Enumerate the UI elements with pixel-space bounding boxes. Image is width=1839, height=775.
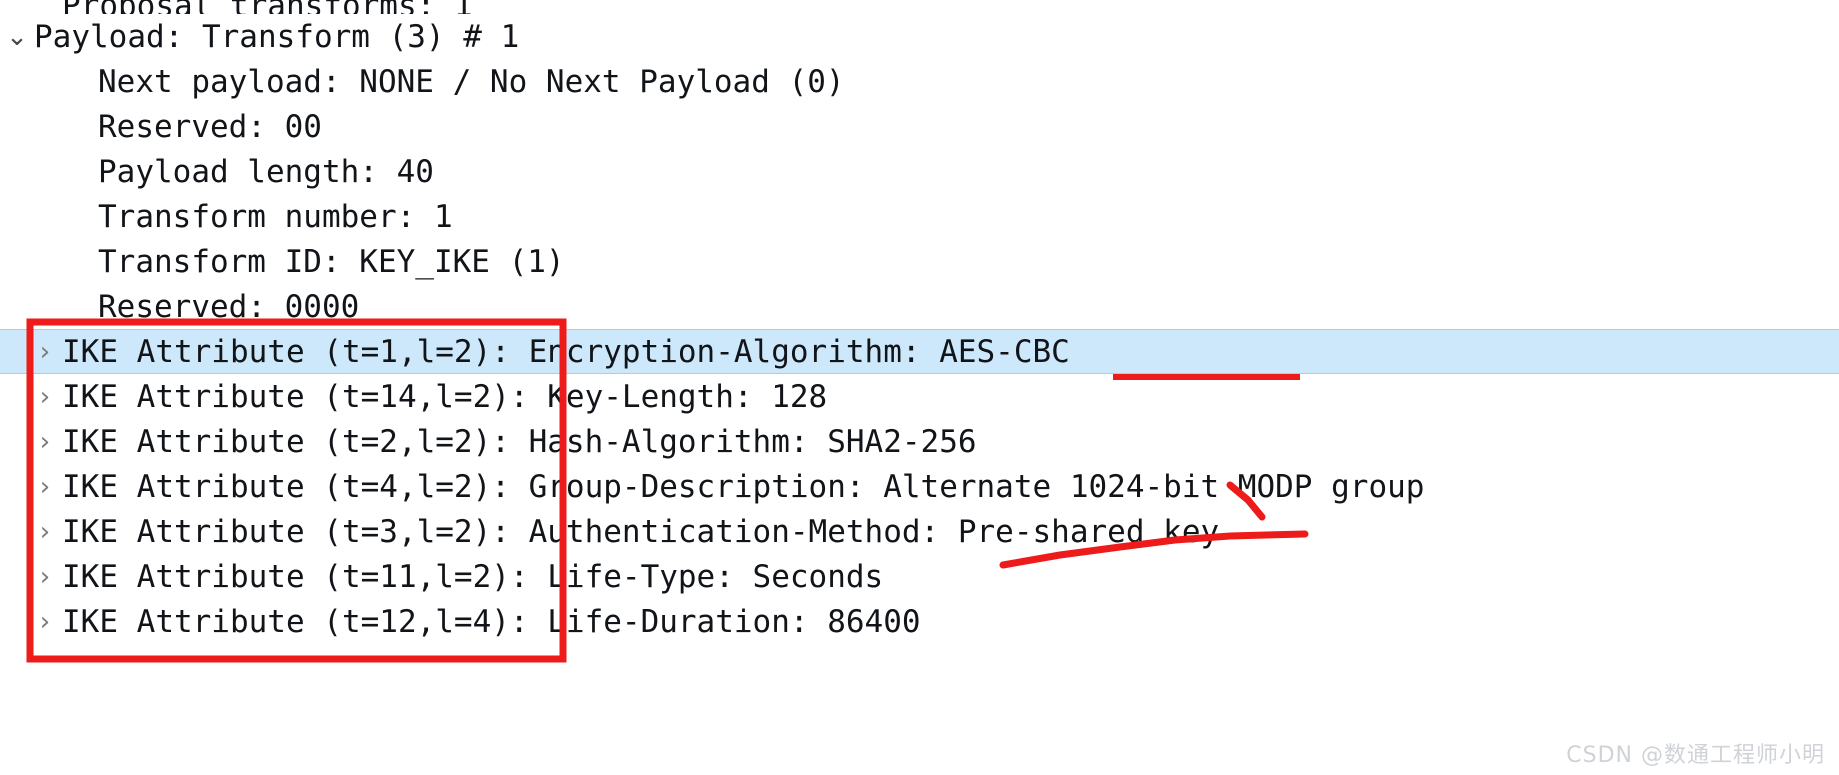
- tree-row-ike-attr-life-type[interactable]: › IKE Attribute (t=11,l=2): Life-Type: Se…: [0, 554, 1839, 599]
- chevron-right-icon[interactable]: ›: [28, 600, 62, 645]
- tree-row-label: Transform ID: KEY_IKE (1): [98, 244, 565, 280]
- tree-row-ike-attr-authentication-method[interactable]: › IKE Attribute (t=3,l=2): Authentication…: [0, 509, 1839, 554]
- tree-row-label: Transform number: 1: [98, 199, 453, 235]
- tree-row-label: Proposal transforms: 1: [62, 0, 473, 14]
- tree-indent-spacer: ›: [64, 60, 98, 105]
- screenshot-root: ›Proposal transforms: 1⌄Payload: Transfo…: [0, 0, 1839, 775]
- tree-row-ike-attr-encryption-algorithm[interactable]: › IKE Attribute (t=1,l=2): Encryption-Alg…: [0, 329, 1839, 374]
- tree-row-label: IKE Attribute (t=11,l=2): Life-Type: Sec…: [62, 559, 884, 595]
- tree-row-next-payload[interactable]: ›Next payload: NONE / No Next Payload (0…: [0, 59, 1839, 104]
- tree-row-label: IKE Attribute (t=4,l=2): Group-Descripti…: [62, 469, 1425, 505]
- tree-row-payload-transform[interactable]: ⌄ Payload: Transform (3) # 1: [0, 14, 1839, 59]
- tree-row-ike-attr-life-duration[interactable]: › IKE Attribute (t=12,l=4): Life-Duration…: [0, 599, 1839, 644]
- chevron-right-icon[interactable]: ›: [28, 465, 62, 510]
- tree-row-label: Payload: Transform (3) # 1: [34, 19, 520, 55]
- tree-row-transform-id[interactable]: ›Transform ID: KEY_IKE (1): [0, 239, 1839, 284]
- tree-row-reserved-0000[interactable]: ›Reserved: 0000: [0, 284, 1839, 329]
- tree-row-label: IKE Attribute (t=14,l=2): Key-Length: 12…: [62, 379, 828, 415]
- tree-row-label: IKE Attribute (t=2,l=2): Hash-Algorithm:…: [62, 424, 977, 460]
- tree-indent-spacer: ›: [64, 150, 98, 195]
- tree-row-label: IKE Attribute (t=1,l=2): Encryption-Algo…: [62, 334, 1070, 370]
- tree-indent-spacer: ›: [64, 240, 98, 285]
- chevron-down-icon[interactable]: ⌄: [0, 15, 34, 60]
- tree-row-label: IKE Attribute (t=12,l=4): Life-Duration:…: [62, 604, 921, 640]
- csdn-watermark: CSDN @数通工程师小明: [1566, 743, 1825, 768]
- tree-row-label: Reserved: 0000: [98, 289, 360, 325]
- chevron-right-icon[interactable]: ›: [28, 330, 62, 375]
- tree-row-ike-attr-group-description[interactable]: › IKE Attribute (t=4,l=2): Group-Descript…: [0, 464, 1839, 509]
- tree-row-transform-number[interactable]: ›Transform number: 1: [0, 194, 1839, 239]
- tree-row-ike-attr-hash-algorithm[interactable]: › IKE Attribute (t=2,l=2): Hash-Algorithm…: [0, 419, 1839, 464]
- tree-indent-spacer: ›: [64, 105, 98, 150]
- chevron-right-icon[interactable]: ›: [28, 555, 62, 600]
- tree-indent-spacer: ›: [64, 195, 98, 240]
- chevron-right-icon[interactable]: ›: [28, 420, 62, 465]
- tree-row-proposal-transforms[interactable]: ›Proposal transforms: 1: [0, 0, 1839, 14]
- tree-row-label: Reserved: 00: [98, 109, 322, 145]
- chevron-right-icon[interactable]: ›: [28, 510, 62, 555]
- tree-row-label: Next payload: NONE / No Next Payload (0): [98, 64, 845, 100]
- tree-indent-spacer: ›: [64, 285, 98, 330]
- tree-row-label: Payload length: 40: [98, 154, 434, 190]
- tree-row-payload-length[interactable]: ›Payload length: 40: [0, 149, 1839, 194]
- tree-row-label: IKE Attribute (t=3,l=2): Authentication-…: [62, 514, 1220, 550]
- packet-details-tree[interactable]: ›Proposal transforms: 1⌄Payload: Transfo…: [0, 0, 1839, 644]
- chevron-right-icon[interactable]: ›: [28, 375, 62, 420]
- tree-row-ike-attr-key-length[interactable]: › IKE Attribute (t=14,l=2): Key-Length: 1…: [0, 374, 1839, 419]
- tree-row-reserved-00[interactable]: ›Reserved: 00: [0, 104, 1839, 149]
